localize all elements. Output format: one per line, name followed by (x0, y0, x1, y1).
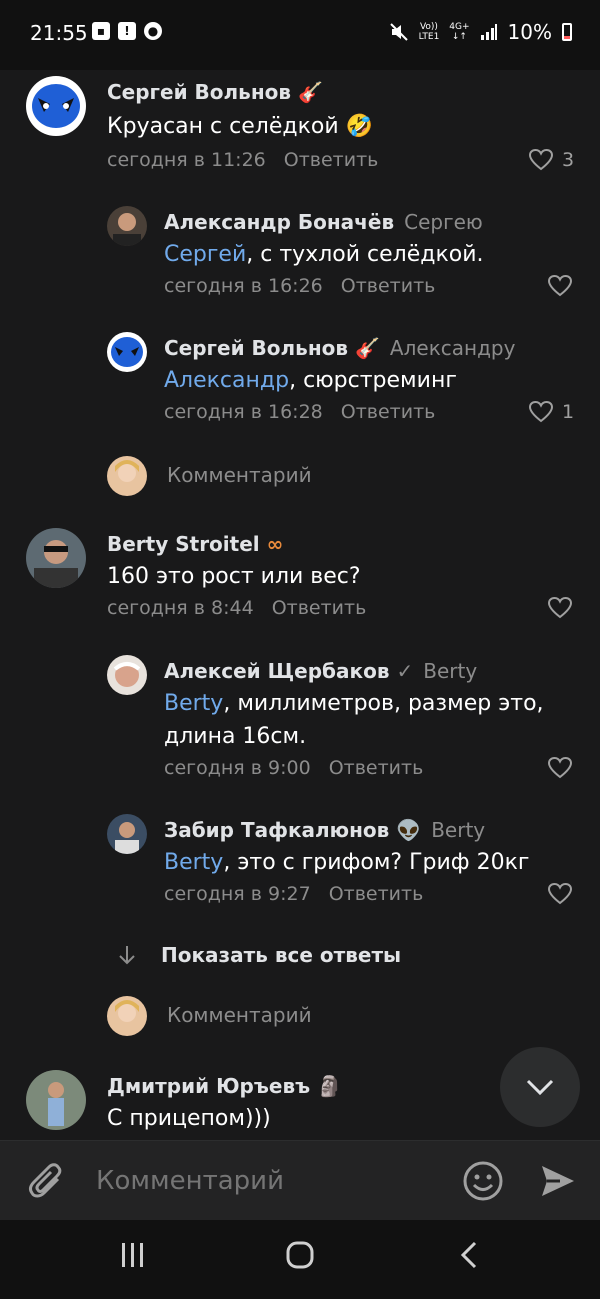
reply-button[interactable]: Ответить (329, 883, 424, 905)
scroll-down-button[interactable] (500, 1047, 580, 1127)
heart-icon (528, 148, 554, 171)
comment-time: сегодня в 16:28 (164, 401, 323, 423)
comment-input[interactable] (96, 1166, 436, 1196)
like-count: 3 (562, 149, 575, 171)
comment-time: сегодня в 8:44 (107, 597, 254, 619)
reply-button[interactable]: Ответить (341, 275, 436, 297)
comment-text: Александр, сюрстреминг (164, 368, 457, 393)
comments-feed[interactable]: Сергей Вольнов 🎸 Круасан с селёдкой 🤣 се… (0, 70, 600, 1140)
comment-text: Berty, миллиметров, размер это, длина 16с… (164, 691, 544, 749)
mute-icon (389, 23, 408, 41)
network-type: 4G+ ↓↑ (449, 22, 470, 42)
comment-meta: сегодня в 8:44 Ответить (107, 597, 366, 619)
reply-button[interactable]: Ответить (341, 401, 436, 423)
avatar[interactable] (107, 332, 147, 372)
reply-to[interactable]: Berty (423, 659, 477, 683)
comment-meta: сегодня в 9:00 Ответить (164, 757, 423, 779)
like-button[interactable] (547, 596, 573, 620)
heart-icon (528, 400, 554, 423)
reply-to[interactable]: Berty (431, 818, 485, 842)
comment-author[interactable]: Забир Тафкалюнов 👽 Berty (164, 818, 485, 842)
avatar[interactable] (26, 528, 86, 588)
infinity-badge-icon: ∞ (266, 532, 284, 556)
avatar[interactable] (26, 76, 86, 136)
comment-text: 160 это рост или вес? (107, 564, 361, 589)
comment-author[interactable]: Алексей Щербаков ✓ Berty (164, 659, 477, 683)
chevron-down-icon (526, 1079, 554, 1096)
gallery-notification-icon: ▪ (92, 22, 110, 40)
show-all-replies-button[interactable]: Показать все ответы (117, 943, 401, 967)
like-button[interactable] (547, 882, 573, 906)
reply-button[interactable]: Ответить (284, 149, 379, 171)
comment-author[interactable]: Александр Боначёв Сергею (164, 210, 483, 234)
reply-button[interactable]: Ответить (272, 597, 367, 619)
comment-text: Berty, это с грифом? Гриф 20кг (164, 850, 530, 875)
send-icon[interactable] (540, 1163, 576, 1199)
comment-composer (0, 1140, 600, 1220)
my-avatar (107, 456, 147, 496)
notification-icons: ▪ ! ● (92, 22, 162, 40)
alert-notification-icon: ! (118, 22, 136, 40)
heart-icon (547, 756, 573, 779)
status-right: Vo)) LTE1 4G+ ↓↑ 10% (389, 20, 572, 44)
avatar[interactable] (26, 1070, 86, 1130)
comment-text: С прицепом))) (107, 1106, 271, 1131)
comment-time: сегодня в 11:26 (107, 149, 266, 171)
mention-link[interactable]: Berty (164, 850, 223, 875)
comment-time: сегодня в 9:00 (164, 757, 311, 779)
battery-percent: 10% (507, 20, 552, 44)
show-all-label: Показать все ответы (161, 943, 402, 967)
like-button[interactable]: 1 (528, 400, 574, 424)
home-icon[interactable] (285, 1240, 315, 1270)
arrow-down-icon (119, 946, 135, 965)
comment-meta: сегодня в 9:27 Ответить (164, 883, 423, 905)
reply-input[interactable]: Комментарий (167, 1003, 312, 1027)
reply-input[interactable]: Комментарий (167, 463, 312, 487)
alien-badge-icon: 👽 (396, 818, 422, 842)
like-button[interactable] (547, 274, 573, 298)
heart-icon (547, 274, 573, 297)
comment-time: сегодня в 16:26 (164, 275, 323, 297)
comment-author[interactable]: Сергей Вольнов 🎸 (107, 80, 323, 104)
signal-icon (480, 24, 497, 40)
recent-apps-icon[interactable] (118, 1240, 148, 1270)
like-count: 1 (562, 401, 575, 423)
mention-link[interactable]: Berty (164, 691, 223, 716)
attach-icon[interactable] (28, 1161, 68, 1203)
guitar-badge-icon: 🎸 (298, 80, 323, 104)
comment-author[interactable]: Дмитрий Юръевъ 🗿 (107, 1074, 342, 1098)
comment-author[interactable]: Сергей Вольнов 🎸 Александру (164, 336, 515, 360)
status-time: 21:55 (30, 21, 88, 45)
comment-time: сегодня в 9:27 (164, 883, 311, 905)
back-icon[interactable] (455, 1240, 485, 1270)
system-navigation-bar (0, 1220, 600, 1299)
like-button[interactable]: 3 (528, 148, 574, 172)
my-avatar (107, 996, 147, 1036)
heart-icon (547, 596, 573, 619)
emoji-icon[interactable] (463, 1161, 503, 1201)
comment-text: Сергей, с тухлой селёдкой. (164, 242, 484, 267)
heart-icon (547, 882, 573, 905)
comment-meta: сегодня в 11:26 Ответить (107, 149, 378, 171)
status-bar: 21:55 ▪ ! ● Vo)) LTE1 4G+ ↓↑ 10% (0, 0, 600, 70)
reply-to[interactable]: Сергею (404, 210, 483, 234)
guitar-badge-icon: 🎸 (355, 336, 380, 360)
mention-link[interactable]: Сергей (164, 242, 246, 267)
comment-author[interactable]: Berty Stroitel ∞ (107, 532, 283, 556)
comment-meta: сегодня в 16:28 Ответить (164, 401, 435, 423)
mention-link[interactable]: Александр (164, 368, 289, 393)
avatar[interactable] (107, 206, 147, 246)
avatar[interactable] (107, 814, 147, 854)
moai-badge-icon: 🗿 (317, 1074, 343, 1098)
verified-badge-icon: ✓ (396, 659, 414, 683)
reply-to[interactable]: Александру (390, 336, 516, 360)
reply-button[interactable]: Ответить (329, 757, 424, 779)
volte-indicator: Vo)) LTE1 (418, 22, 440, 42)
comment-meta: сегодня в 16:26 Ответить (164, 275, 435, 297)
vpn-notification-icon: ● (144, 22, 162, 40)
avatar[interactable] (107, 655, 147, 695)
like-button[interactable] (547, 756, 573, 780)
battery-icon (562, 23, 572, 41)
comment-text: Круасан с селёдкой 🤣 (107, 114, 373, 139)
